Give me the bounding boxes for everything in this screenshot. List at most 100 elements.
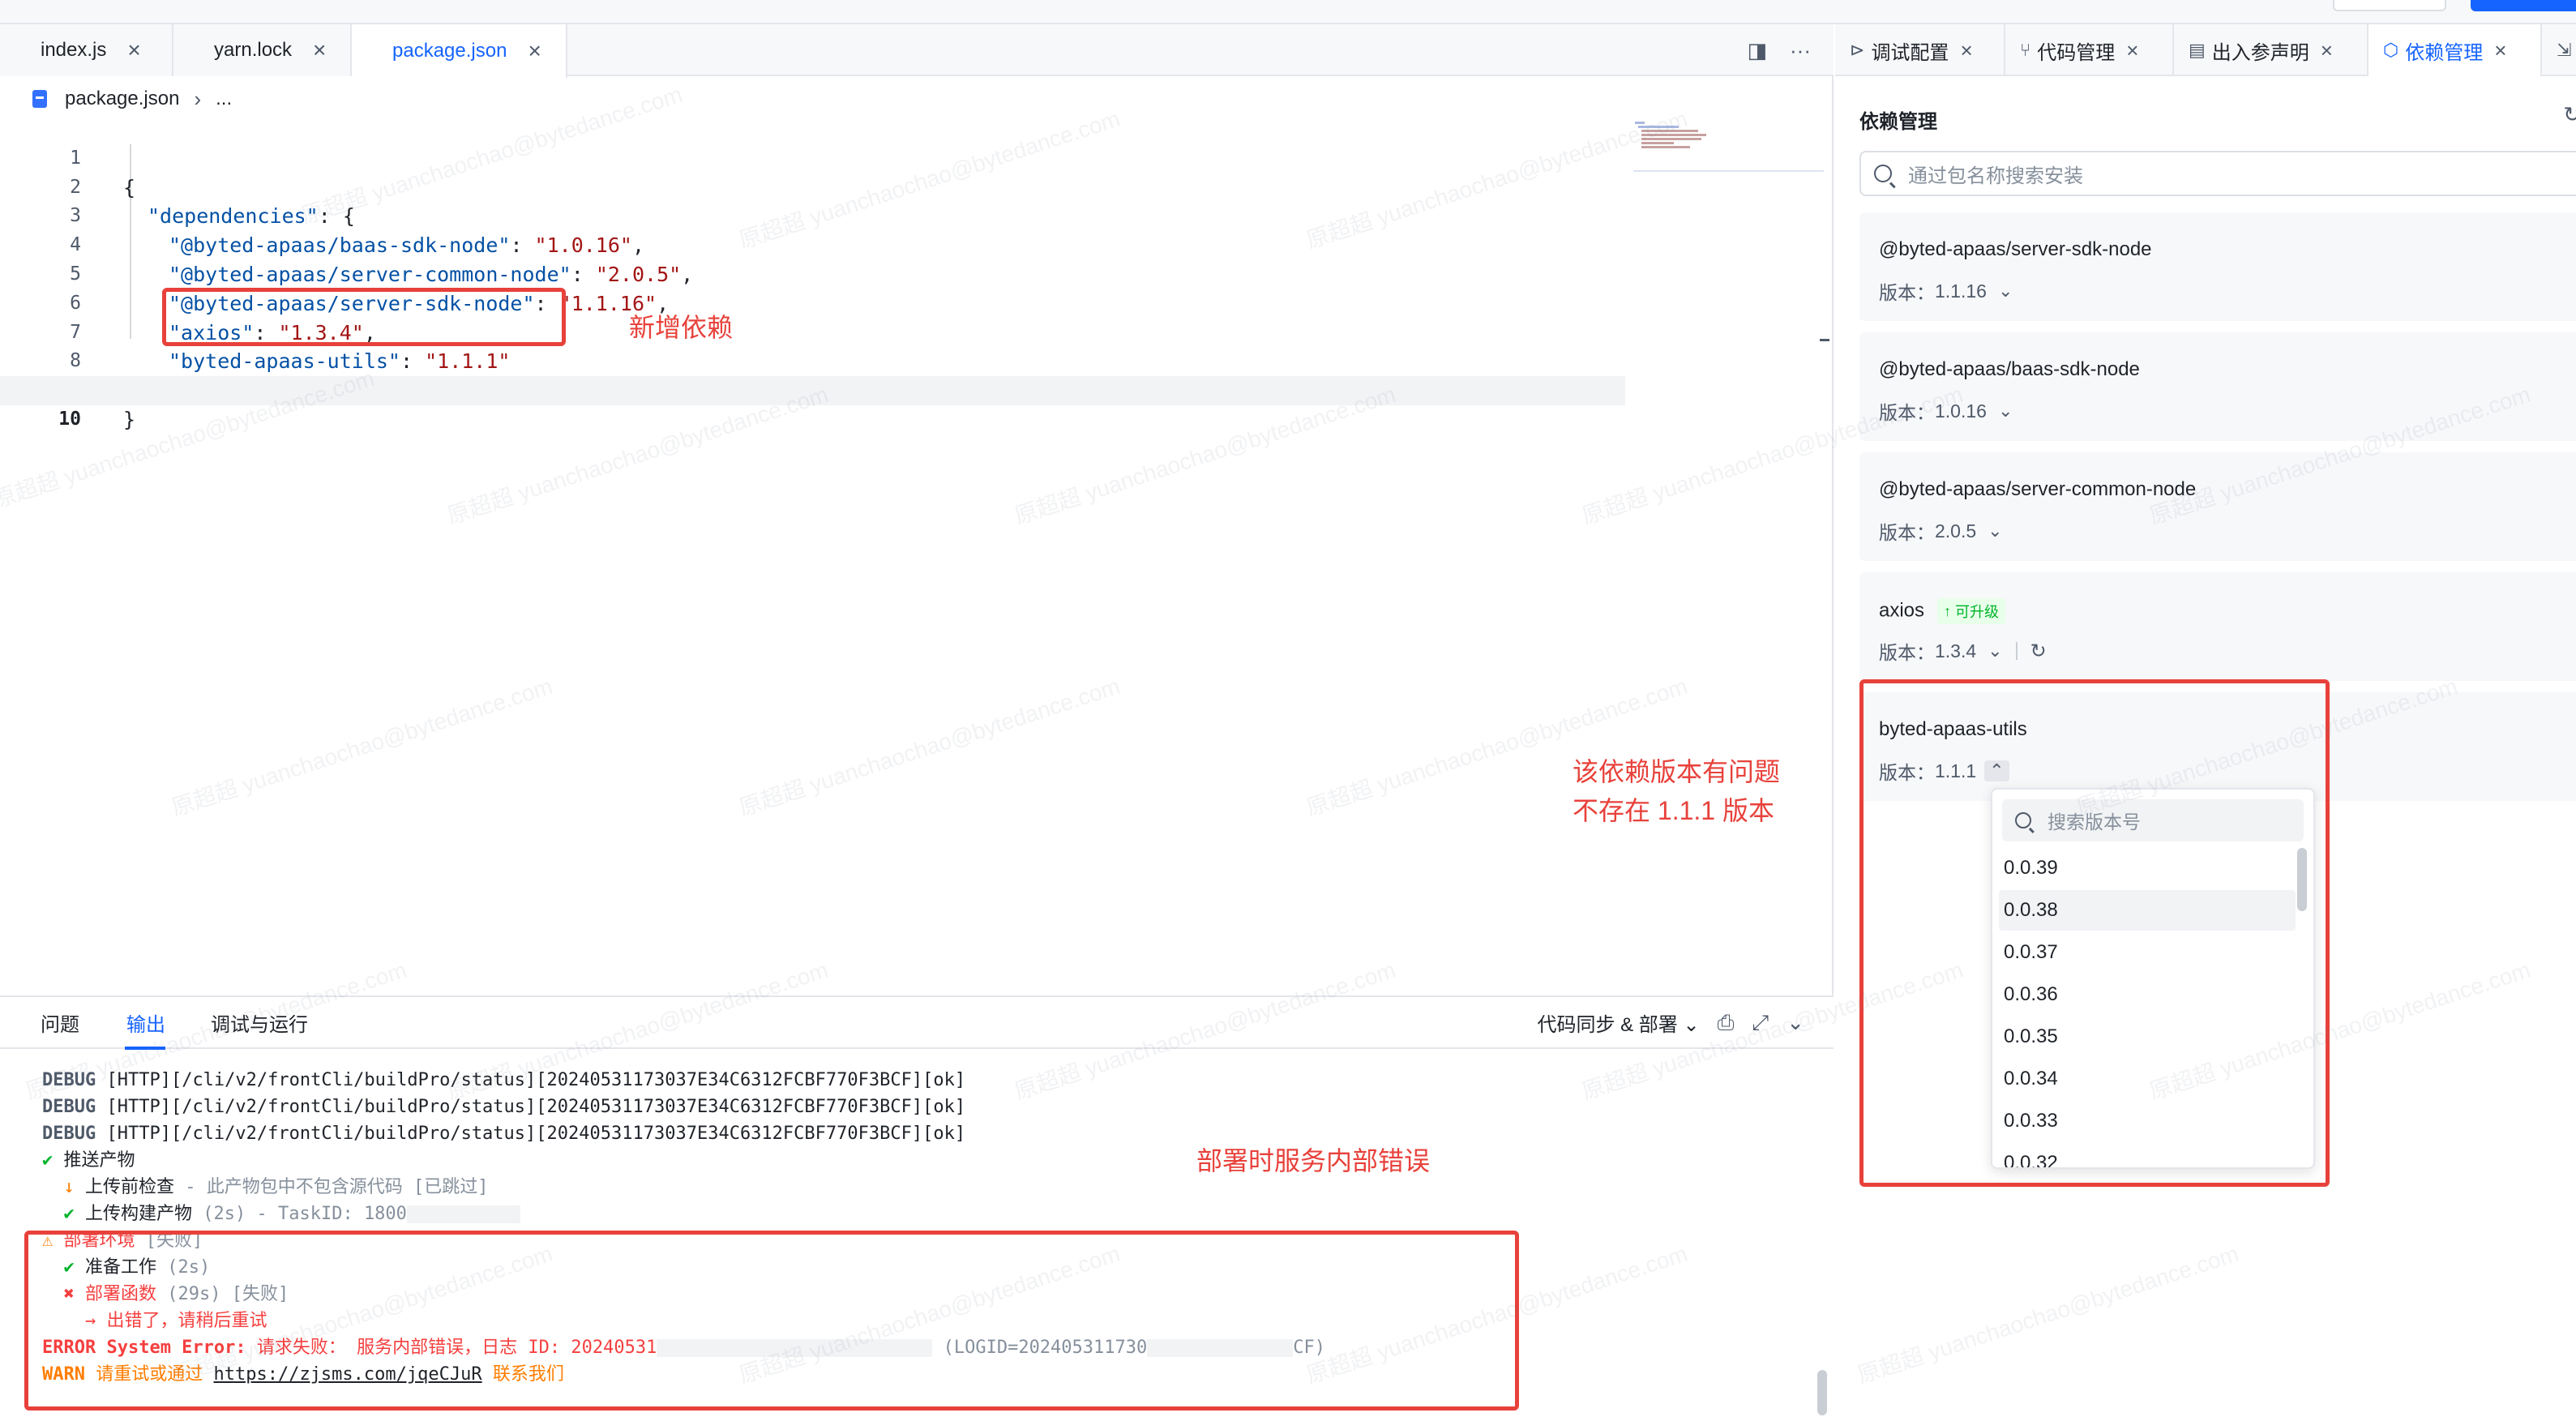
- panel-tabs: 问题 输出 调试与运行 代码同步 & 部署 ⌄ ⎙ ⤢ ⌄: [0, 997, 1834, 1050]
- chevron-down-icon: ⌄: [1997, 280, 2013, 301]
- refresh-icon[interactable]: ↻: [2563, 102, 2576, 127]
- dependency-card: @byted-apaas/server-sdk-node 版本： 1.1.16 ⌄: [1859, 212, 2576, 321]
- code-line-current: 10: [0, 376, 1625, 430]
- code-line: 3 "@byted-apaas/baas-sdk-node": "1.0.16"…: [0, 173, 1662, 257]
- package-name: @byted-apaas/server-sdk-node: [1879, 238, 2152, 260]
- clear-icon[interactable]: ⎙: [1718, 1010, 1735, 1036]
- close-icon[interactable]: ×: [127, 37, 140, 63]
- tab-actions: ◨ ···: [1747, 24, 1811, 76]
- version-select[interactable]: 版本： 2.0.5 ⌄: [1879, 517, 2003, 545]
- arrow-up-icon: ↑: [1944, 602, 1952, 619]
- collapse-icon[interactable]: ⌄: [1787, 1010, 1804, 1035]
- primary-button[interactable]: [2471, 0, 2576, 11]
- more-icon[interactable]: ···: [1790, 38, 1811, 63]
- package-name: @byted-apaas/baas-sdk-node: [1879, 358, 2140, 380]
- code-editor[interactable]: 1 { 2 "dependencies": { 3 "@byted-apaas/…: [0, 115, 1662, 431]
- tab-debug-config[interactable]: ⊳ 调试配置 ×: [1835, 24, 2005, 76]
- annotation-box-new-dep: [162, 288, 566, 346]
- tab-debug-run[interactable]: 调试与运行: [211, 1008, 308, 1037]
- tab-label: index.js: [41, 39, 107, 61]
- close-icon[interactable]: ×: [528, 38, 541, 64]
- tab-yarn-lock[interactable]: yarn.lock ×: [173, 24, 352, 76]
- tab-io-declaration[interactable]: ▤ 出入参声明 ×: [2174, 24, 2368, 76]
- annotation-new-dep: 新增依赖: [629, 313, 734, 342]
- log-line: DEBUG [HTTP][/cli/v2/frontCli/buildPro/s…: [42, 1097, 966, 1117]
- dependency-card: axios ↑ 可升级 版本： 1.3.4 ⌄ ↻: [1859, 572, 2576, 681]
- export-icon: ⇲: [2557, 40, 2572, 60]
- log-line: ↓ 上传前检查 - 此产物包中不包含源代码 [已跳过]: [63, 1177, 489, 1197]
- cube-icon: ⬡: [2383, 40, 2399, 60]
- dependency-card: @byted-apaas/baas-sdk-node 版本： 1.0.16 ⌄: [1859, 332, 2576, 441]
- redacted-block: [406, 1205, 520, 1223]
- dependency-card: @byted-apaas/server-common-node 版本： 2.0.5…: [1859, 452, 2576, 561]
- annotation-version-issue-1: 该依赖版本有问题: [1573, 757, 1781, 786]
- chevron-down-icon: ⌄: [1988, 640, 2003, 661]
- code-line: 5 "@byted-apaas/server-sdk-node": "1.1.1…: [0, 231, 1662, 315]
- tab-package-json[interactable]: package.json ×: [352, 24, 567, 78]
- breadcrumb: package.json › ...: [32, 83, 232, 115]
- package-search-input[interactable]: 通过包名称搜索安装: [1859, 151, 2576, 196]
- split-editor-icon[interactable]: ◨: [1747, 38, 1767, 63]
- annotation-version-issue-2: 不存在 1.1.1 版本: [1573, 796, 1774, 825]
- close-icon[interactable]: ×: [2126, 38, 2138, 63]
- close-icon[interactable]: ×: [313, 37, 326, 63]
- code-line: 6 "axios": "1.3.4",: [0, 260, 1662, 345]
- scroll-marker: [1820, 339, 1829, 341]
- package-name: @byted-apaas/server-common-node: [1879, 478, 2197, 500]
- deploy-select[interactable]: 代码同步 & 部署 ⌄: [1537, 1008, 1699, 1037]
- version-select[interactable]: 版本： 1.3.4 ⌄ ↻: [1879, 637, 2047, 665]
- tab-label: package.json: [392, 40, 507, 62]
- tab-code-management[interactable]: ⑂ 代码管理 ×: [2005, 24, 2174, 76]
- log-line: DEBUG [HTTP][/cli/v2/frontCli/buildPro/s…: [42, 1124, 966, 1144]
- version-select[interactable]: 版本： 1.0.16 ⌄: [1879, 397, 2013, 425]
- tab-index-js[interactable]: index.js ×: [0, 24, 173, 76]
- tab-more[interactable]: ⇲: [2542, 24, 2576, 76]
- editor-tabbar: index.js × yarn.lock × package.json × ◨ …: [0, 24, 1834, 78]
- section-title: 依赖管理: [1859, 111, 1937, 133]
- package-name: axios ↑ 可升级: [1879, 598, 2006, 624]
- active-tab-indicator: [125, 1047, 165, 1050]
- tab-dependency-management[interactable]: ⬡ 依赖管理 ×: [2368, 24, 2542, 76]
- top-button[interactable]: [2333, 0, 2446, 11]
- code-line: 2 "dependencies": {: [0, 144, 1662, 229]
- breadcrumb-more[interactable]: ...: [216, 88, 232, 110]
- arrow-down-icon: ↓: [63, 1177, 75, 1197]
- bug-icon: ⊳: [1850, 40, 1865, 60]
- branch-icon: ⑂: [2020, 40, 2031, 60]
- check-icon: ✔: [63, 1204, 75, 1224]
- chevron-down-icon: ⌄: [1683, 1014, 1700, 1036]
- log-scrollbar[interactable]: [1817, 1370, 1827, 1415]
- doc-icon: ▤: [2189, 40, 2206, 60]
- close-icon[interactable]: ×: [1960, 38, 1972, 63]
- version-select[interactable]: 版本： 1.1.16 ⌄: [1879, 277, 2013, 305]
- tab-output[interactable]: 输出: [126, 1008, 165, 1037]
- maximize-icon[interactable]: ⤢: [1752, 1010, 1769, 1036]
- right-tabbar: ⊳ 调试配置 × ⑂ 代码管理 × ▤ 出入参声明 × ⬡ 依赖管理 × ⇲: [1835, 24, 2576, 76]
- refresh-icon[interactable]: ↻: [2030, 640, 2047, 663]
- code-line: 4 "@byted-apaas/server-common-node": "2.…: [0, 202, 1662, 286]
- check-icon: ✔: [42, 1150, 53, 1171]
- annotation-box-deploy-error: [24, 1231, 1519, 1411]
- log-line: ✔ 推送产物: [42, 1150, 135, 1171]
- upgrade-badge: ↑ 可升级: [1937, 598, 2006, 624]
- log-line: ✔ 上传构建产物 (2s) - TaskID: 1800: [42, 1201, 1809, 1227]
- chevron-right-icon: ›: [194, 86, 202, 111]
- file-icon: [32, 90, 47, 108]
- code-text: }: [123, 407, 136, 431]
- annotation-deploy-error: 部署时服务内部错误: [1196, 1146, 1431, 1175]
- line-number: 10: [58, 408, 81, 430]
- log-line: DEBUG [HTTP][/cli/v2/frontCli/buildPro/s…: [42, 1070, 966, 1090]
- tab-problems[interactable]: 问题: [41, 1008, 79, 1037]
- code-line: 9 }: [0, 347, 1662, 431]
- breadcrumb-file[interactable]: package.json: [65, 88, 179, 110]
- search-icon: [1874, 165, 1892, 182]
- chevron-down-icon: ⌄: [1997, 400, 2013, 421]
- code-line: 1 {: [0, 115, 1662, 199]
- chevron-down-icon: ⌄: [1988, 520, 2003, 541]
- top-strip: [0, 0, 2576, 24]
- search-placeholder: 通过包名称搜索安装: [1908, 165, 2083, 187]
- minimap[interactable]: [1633, 120, 1824, 172]
- close-icon[interactable]: ×: [2321, 38, 2333, 63]
- annotation-box-version: [1859, 679, 2330, 1187]
- close-icon[interactable]: ×: [2494, 38, 2506, 63]
